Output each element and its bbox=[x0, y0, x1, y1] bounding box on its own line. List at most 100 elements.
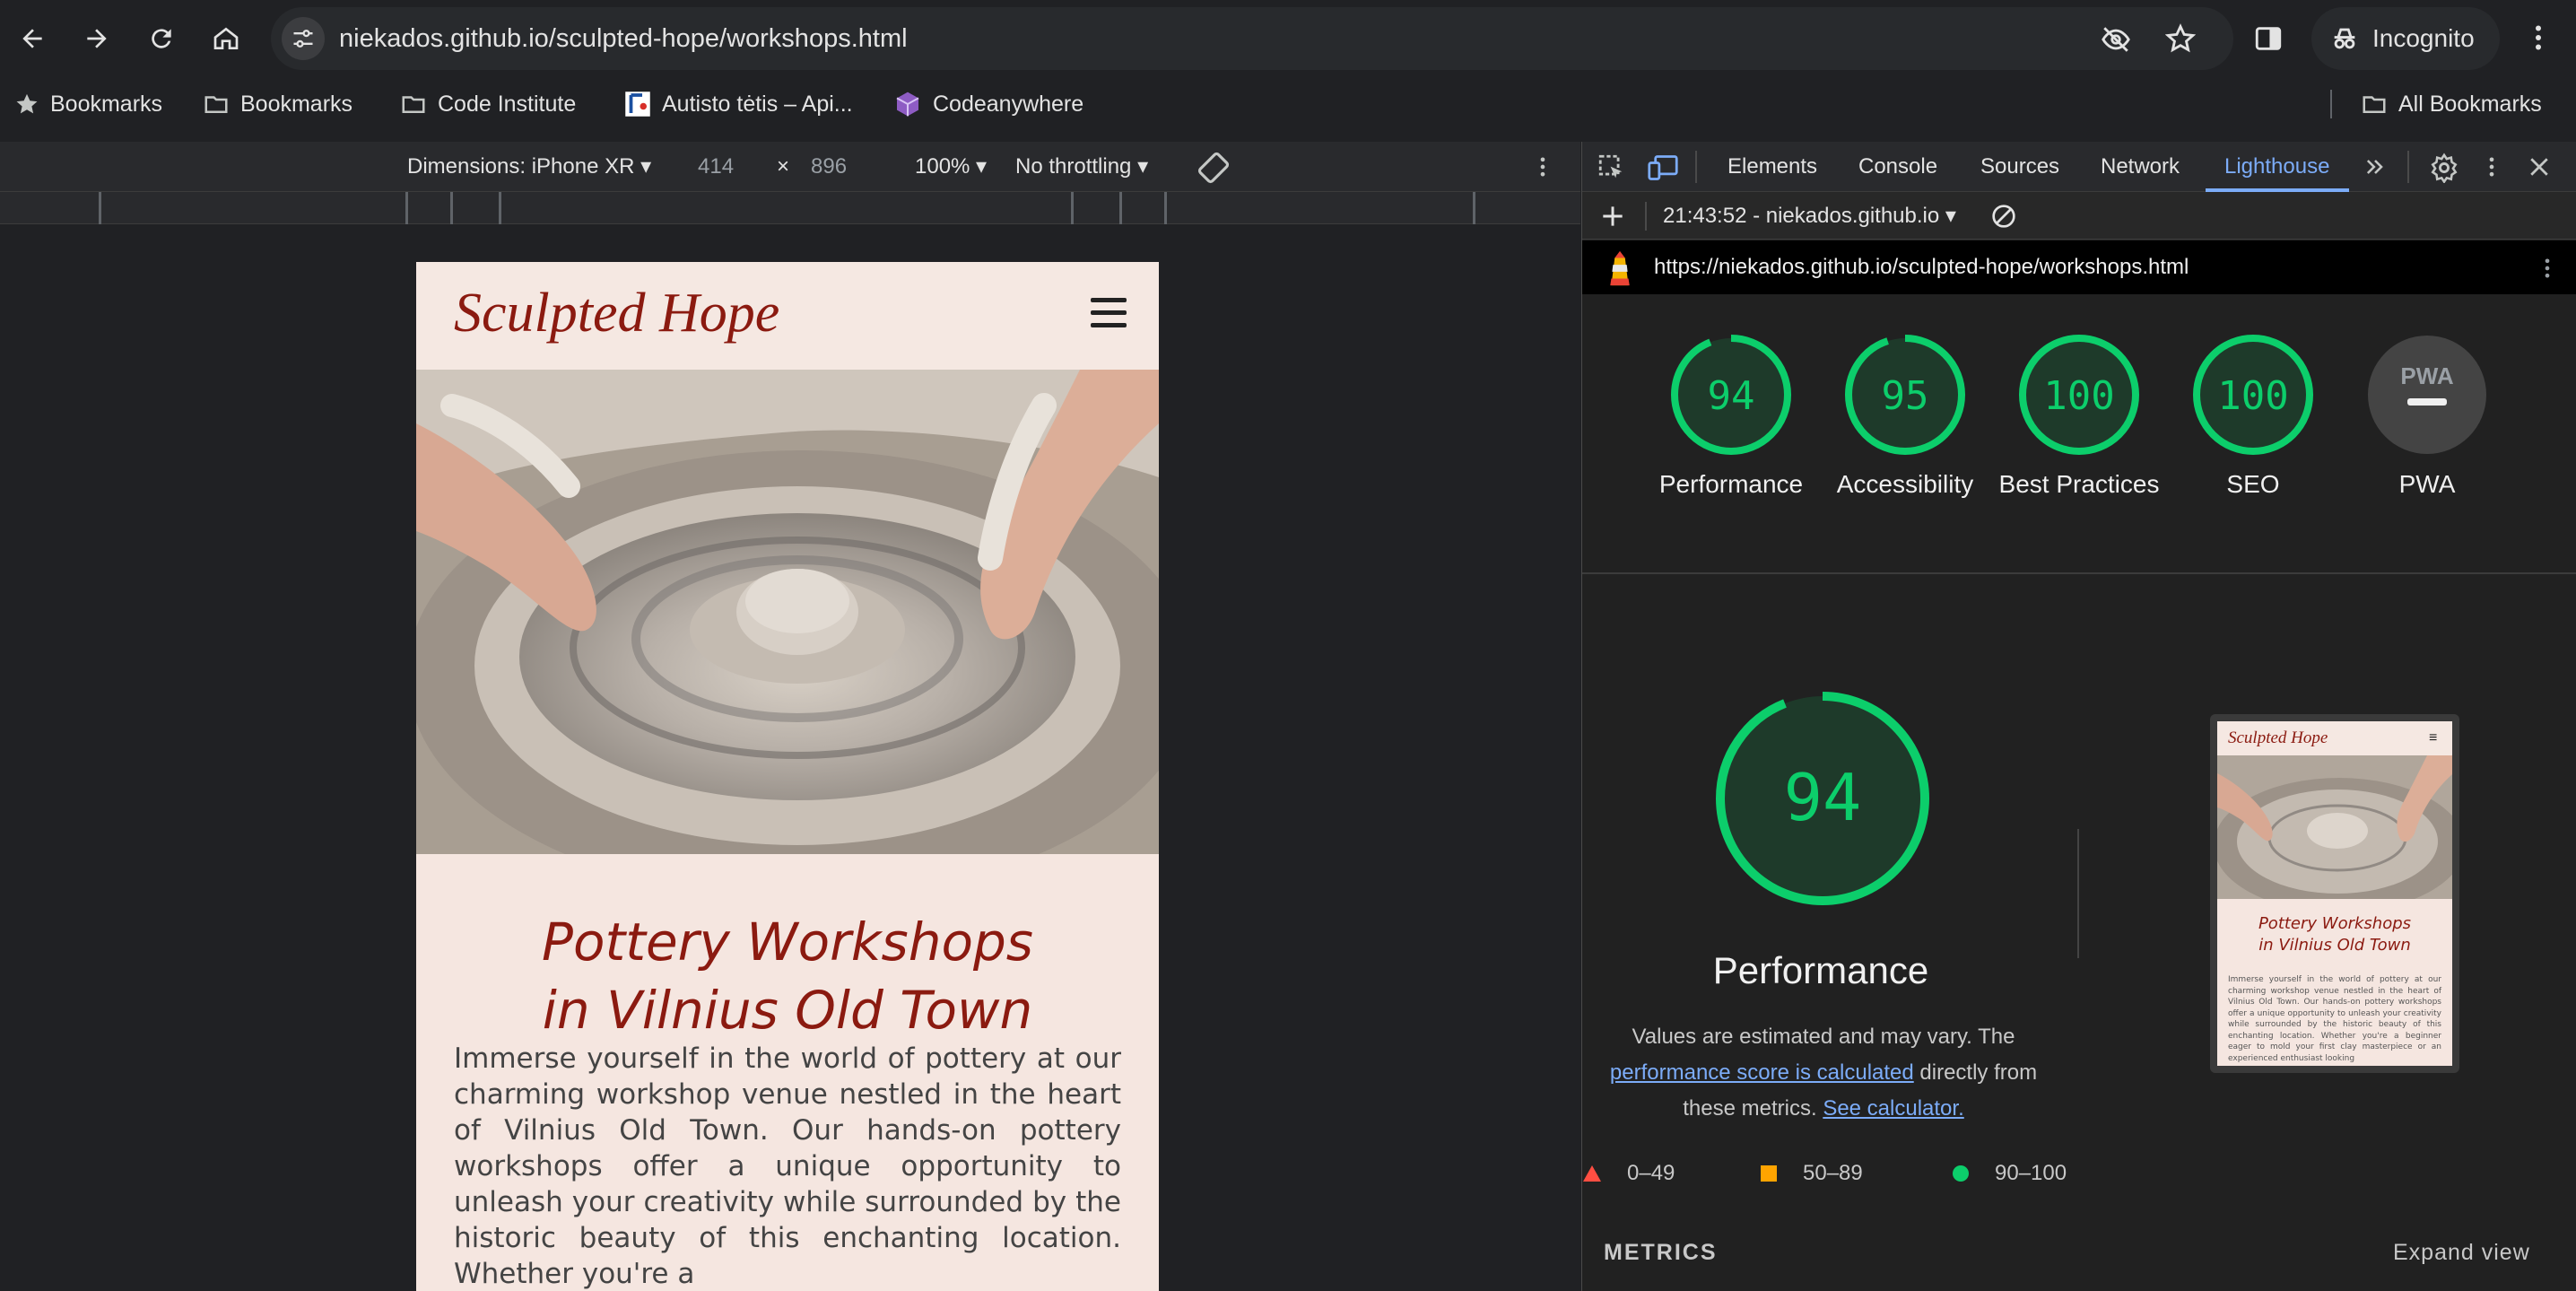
star-icon bbox=[16, 93, 38, 114]
section-divider bbox=[1582, 572, 2576, 574]
bookmarks-divider bbox=[2330, 90, 2332, 118]
zoom-select[interactable]: 100% ▾ bbox=[915, 142, 987, 192]
tab-elements[interactable]: Elements bbox=[1727, 142, 1817, 192]
ruler-tick bbox=[1119, 192, 1122, 224]
see-calculator-link[interactable]: See calculator. bbox=[1823, 1096, 1963, 1121]
score-gauge-accessibility[interactable]: 95 bbox=[1842, 332, 1968, 458]
device-toolbar-more-icon[interactable] bbox=[1530, 153, 1555, 181]
thumb-heading: Pottery Workshops in Vilnius Old Town bbox=[2217, 913, 2452, 956]
incognito-badge[interactable]: Incognito bbox=[2311, 7, 2500, 70]
device-mode-icon[interactable] bbox=[1647, 153, 1679, 183]
legend-range: 0–49 bbox=[1627, 1161, 1675, 1185]
incognito-label: Incognito bbox=[2372, 24, 2475, 52]
more-tabs-icon[interactable] bbox=[2363, 153, 2388, 181]
reload-button[interactable] bbox=[140, 17, 183, 60]
settings-gear-icon[interactable] bbox=[2429, 153, 2459, 183]
legend-range: 90–100 bbox=[1995, 1161, 2067, 1185]
score-value: 94 bbox=[1708, 373, 1755, 419]
bookmarks-bar: Bookmarks Bookmarks Code Institute Autis… bbox=[0, 77, 2576, 131]
ruler-tick bbox=[1473, 192, 1475, 224]
ruler-tick bbox=[405, 192, 408, 224]
all-bookmarks-label: All Bookmarks bbox=[2398, 91, 2542, 117]
bookmark-item[interactable]: Codeanywhere bbox=[893, 77, 1083, 131]
bookmark-folder[interactable]: Code Institute bbox=[400, 77, 576, 131]
tab-console[interactable]: Console bbox=[1858, 142, 1937, 192]
pwa-dash-icon bbox=[2407, 398, 2447, 406]
all-bookmarks-button[interactable]: All Bookmarks bbox=[2361, 77, 2542, 131]
back-button[interactable] bbox=[11, 17, 54, 60]
device-dimensions-select[interactable]: Dimensions: iPhone XR ▾ bbox=[407, 142, 651, 192]
home-button[interactable] bbox=[205, 17, 248, 60]
bookmark-label: Codeanywhere bbox=[933, 91, 1084, 117]
score-label: Accessibility bbox=[1836, 470, 1974, 498]
site-header: Sculpted Hope bbox=[416, 262, 1159, 370]
toolbar-spacer bbox=[0, 131, 2576, 142]
score-gauge-seo[interactable]: 100 bbox=[2190, 332, 2316, 458]
score-label: Performance bbox=[1658, 470, 1804, 498]
close-devtools-icon[interactable] bbox=[2526, 153, 2553, 181]
score-gauge-performance[interactable]: 94 bbox=[1668, 332, 1794, 458]
metrics-heading: METRICS bbox=[1604, 1240, 1718, 1265]
report-url: https://niekados.github.io/sculpted-hope… bbox=[1654, 255, 2189, 279]
inspect-element-icon[interactable] bbox=[1597, 153, 1627, 183]
report-menu-icon[interactable] bbox=[2535, 253, 2560, 283]
throttling-select[interactable]: No throttling ▾ bbox=[1015, 142, 1148, 192]
bookmark-label: Bookmarks bbox=[50, 91, 163, 117]
back-arrow-icon bbox=[22, 29, 42, 48]
final-screenshot-thumbnail[interactable]: Sculpted Hope ≡ Pottery Workshops in Vil… bbox=[2210, 714, 2459, 1073]
side-panel-icon[interactable] bbox=[2253, 23, 2284, 54]
bookmark-item[interactable]: Autisto tėtis – Api... bbox=[624, 77, 853, 131]
new-report-plus-icon[interactable] bbox=[1598, 202, 1627, 231]
ruler-tick bbox=[450, 192, 453, 224]
media-query-ruler[interactable] bbox=[0, 192, 1580, 224]
browser-menu-icon[interactable] bbox=[2522, 22, 2554, 54]
heading-line: Pottery Workshops bbox=[542, 912, 1033, 973]
pwa-badge-text: PWA bbox=[2400, 362, 2453, 389]
browser-toolbar: niekados.github.io/sculpted-hope/worksho… bbox=[0, 0, 2576, 77]
clear-reports-icon[interactable] bbox=[1989, 202, 2018, 231]
devtools-tabbar: Elements Console Sources Network Lightho… bbox=[1582, 142, 2576, 192]
score-gauge-pwa[interactable]: PWA bbox=[2364, 332, 2490, 458]
ruler-tick bbox=[1071, 192, 1074, 224]
rotate-icon[interactable] bbox=[1197, 151, 1231, 185]
device-height-input[interactable]: 896 bbox=[811, 142, 847, 192]
bookmark-label: Bookmarks bbox=[240, 91, 353, 117]
tab-network[interactable]: Network bbox=[2101, 142, 2180, 192]
tune-icon bbox=[293, 30, 313, 48]
ruler-tick bbox=[499, 192, 501, 224]
address-bar[interactable]: niekados.github.io/sculpted-hope/worksho… bbox=[271, 7, 2233, 70]
thumb-heading-line: Pottery Workshops bbox=[2258, 914, 2412, 933]
bookmark-folder[interactable]: Bookmarks bbox=[203, 77, 352, 131]
toolbar-divider bbox=[1645, 202, 1647, 231]
score-calculated-link[interactable]: performance score is calculated bbox=[1610, 1060, 1914, 1085]
bookmark-label: Code Institute bbox=[438, 91, 577, 117]
site-logo[interactable]: Sculpted Hope bbox=[454, 282, 779, 345]
eye-off-icon[interactable] bbox=[2101, 24, 2131, 55]
green-circle-icon bbox=[1953, 1165, 1969, 1182]
report-select[interactable]: 21:43:52 - niekados.github.io ▾ bbox=[1663, 193, 1956, 240]
cube-icon bbox=[896, 92, 919, 117]
toolbar-divider bbox=[2407, 151, 2409, 183]
hamburger-menu-icon[interactable] bbox=[1091, 298, 1127, 328]
devtools-more-icon[interactable] bbox=[2479, 153, 2504, 181]
tab-lighthouse[interactable]: Lighthouse bbox=[2224, 142, 2329, 192]
incognito-icon bbox=[2334, 28, 2355, 49]
star-bookmark-icon[interactable] bbox=[2165, 23, 2196, 54]
thumb-hero-image bbox=[2217, 755, 2452, 899]
bookmark-label: Autisto tėtis – Api... bbox=[662, 91, 853, 117]
forward-button[interactable] bbox=[75, 17, 118, 60]
home-icon bbox=[213, 27, 239, 49]
url-text[interactable]: niekados.github.io/sculpted-hope/worksho… bbox=[339, 7, 908, 70]
thumb-logo: Sculpted Hope bbox=[2228, 728, 2328, 747]
orange-square-icon bbox=[1761, 1165, 1777, 1182]
tab-sources[interactable]: Sources bbox=[1980, 142, 2059, 192]
site-info-button[interactable] bbox=[282, 17, 325, 60]
score-label: Best Practices bbox=[1998, 470, 2160, 498]
performance-big-gauge: 94 bbox=[1716, 692, 1929, 905]
expand-view-button[interactable]: Expand view bbox=[2393, 1240, 2530, 1266]
device-width-input[interactable]: 414 bbox=[698, 142, 734, 192]
thumb-header: Sculpted Hope ≡ bbox=[2217, 721, 2452, 755]
performance-description: Values are estimated and may vary. The p… bbox=[1590, 1019, 2057, 1127]
bookmark-item[interactable]: Bookmarks bbox=[14, 77, 162, 131]
score-gauge-best-practices[interactable]: 100 bbox=[2016, 332, 2142, 458]
